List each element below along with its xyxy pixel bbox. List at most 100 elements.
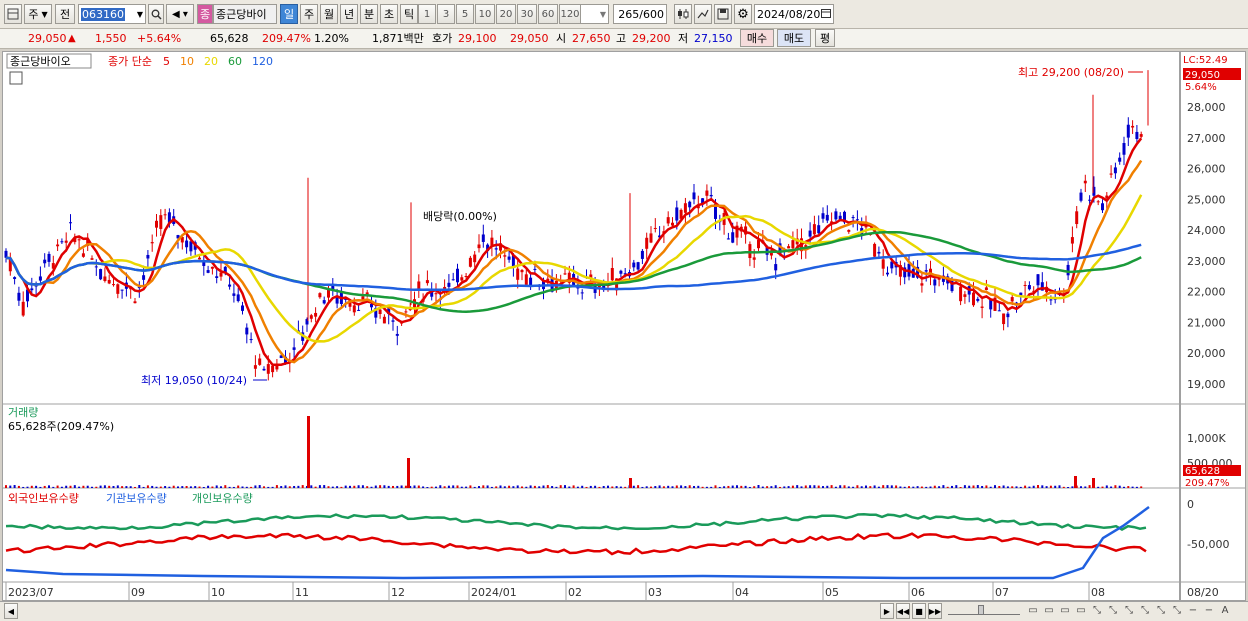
volume-bar [121, 486, 124, 488]
volume-bar [138, 485, 141, 488]
trend-tool-icon[interactable] [694, 4, 712, 24]
period-button[interactable]: 분 [360, 4, 378, 24]
stock-name: 종근당바이 [213, 4, 277, 24]
buy-button[interactable]: 매수 [740, 29, 774, 47]
volume-bar [232, 486, 235, 488]
volume-bar [125, 486, 128, 488]
chevron-down-icon[interactable]: ▼ [137, 10, 143, 19]
period-button[interactable]: 틱 [400, 4, 418, 24]
stop-icon[interactable]: ■ [912, 603, 926, 619]
candle-body [185, 240, 189, 248]
volume-bar [895, 485, 898, 488]
candle-body [30, 288, 34, 291]
interval-button[interactable]: 5 [456, 4, 474, 24]
calendar-icon[interactable] [821, 8, 831, 21]
sell-button[interactable]: 매도 [777, 29, 811, 47]
candle-body [1075, 211, 1079, 225]
candle-body [1131, 125, 1135, 128]
tool-icon[interactable]: ▭ [1058, 603, 1072, 619]
candle-body [77, 239, 81, 241]
scroll-right-icon[interactable]: ▶ [880, 603, 894, 619]
last-volume-pct: 209.47% [1185, 478, 1230, 489]
candle-body [933, 279, 937, 286]
tool-icon[interactable]: ⤡ [1090, 603, 1104, 619]
legend-type: 종가 단순 [108, 55, 152, 68]
period-button[interactable]: 초 [380, 4, 398, 24]
volume-bar [542, 485, 545, 488]
search-icon[interactable] [148, 4, 164, 24]
name-badge[interactable]: 종 [197, 4, 213, 24]
interval-button[interactable]: 60 [538, 4, 558, 24]
zoom-in-icon[interactable]: − [1202, 603, 1216, 619]
font-size-icon[interactable]: A [1218, 603, 1232, 619]
interval-button[interactable]: 20 [496, 4, 516, 24]
rewind-icon[interactable]: ◀◀ [896, 603, 910, 619]
forward-icon[interactable]: ▶▶ [928, 603, 942, 619]
volume-bar [275, 485, 278, 488]
scroll-left-icon[interactable]: ◀ [4, 603, 18, 619]
interval-button[interactable]: 10 [475, 4, 495, 24]
volume-bar [787, 486, 790, 488]
volume-bar [611, 486, 614, 488]
volume-bar [925, 486, 928, 488]
chart-area[interactable]: 종근당바이오 종가 단순 5 10 20 60 120 배당락(0.00%) 최고 29,200… [2, 51, 1180, 601]
candle-body [322, 300, 326, 304]
candle-body [757, 240, 760, 249]
volume-bar [1049, 485, 1052, 488]
zoom-slider-thumb[interactable] [978, 605, 984, 615]
price-change: 1,550 [95, 32, 127, 45]
prev-button[interactable]: 전 [55, 4, 75, 24]
price-tick-label: 26,000 [1187, 163, 1226, 176]
candle-body [976, 298, 980, 301]
volume-bar [220, 486, 222, 488]
volume-bar [508, 485, 511, 488]
candle-body [314, 312, 318, 317]
tool-icon[interactable]: ⤡ [1154, 603, 1168, 619]
tool-icon[interactable]: ⤡ [1106, 603, 1120, 619]
candle-body [210, 266, 214, 269]
date-field[interactable]: 2024/08/20 [754, 4, 834, 24]
volume-bar [912, 486, 915, 488]
volume-bar [116, 485, 119, 488]
period-button[interactable]: 월 [320, 4, 338, 24]
layout-icon[interactable] [4, 4, 22, 24]
candle-body [873, 243, 877, 257]
volume-bar [250, 486, 253, 488]
interval-button[interactable]: 30 [517, 4, 537, 24]
zoom-slider[interactable] [948, 605, 1020, 615]
period-button[interactable]: 일 [280, 4, 298, 24]
volume-bar [30, 485, 33, 488]
count-field[interactable]: 265/600 [613, 4, 667, 24]
candle-body [271, 365, 275, 373]
tool-icon[interactable]: ▭ [1042, 603, 1056, 619]
chevron-down-icon: ▼ [599, 9, 606, 19]
average-button[interactable]: 평 [815, 29, 835, 47]
gear-icon[interactable]: ⚙ [734, 4, 752, 24]
interval-button[interactable]: 1 [418, 4, 436, 24]
period-button[interactable]: 주 [300, 4, 318, 24]
interval-button[interactable]: 120 [559, 4, 581, 24]
volume-bar [314, 486, 317, 488]
volume-bar [761, 486, 764, 488]
volume-bar [331, 486, 334, 488]
volume-bar [211, 486, 214, 488]
speaker-icon[interactable]: ◀ ▾ [166, 4, 194, 24]
tool-icon[interactable]: ⤡ [1122, 603, 1136, 619]
stock-code-input[interactable]: 063160 ▼ [78, 4, 146, 24]
tool-icon[interactable]: ▭ [1074, 603, 1088, 619]
market-select[interactable]: 주 ▼ [24, 4, 52, 24]
x-axis-last-label: 08/20 [1187, 586, 1219, 599]
volume-bar [374, 485, 377, 488]
tool-icon[interactable]: ⤡ [1170, 603, 1184, 619]
volume-bar [783, 486, 786, 488]
tool-icon[interactable]: ⤡ [1138, 603, 1152, 619]
candle-icon[interactable] [674, 4, 692, 24]
zoom-out-icon[interactable]: − [1186, 603, 1200, 619]
chart-canvas[interactable]: 종근당바이오 종가 단순 5 10 20 60 120 배당락(0.00%) 최고 29,200… [3, 52, 1179, 600]
open-price: 27,650 [572, 32, 611, 45]
period-button[interactable]: 년 [340, 4, 358, 24]
interval-button[interactable]: 3 [437, 4, 455, 24]
tool-icon[interactable]: ▭ [1026, 603, 1040, 619]
save-icon[interactable] [714, 4, 732, 24]
volume-bar [598, 486, 601, 488]
